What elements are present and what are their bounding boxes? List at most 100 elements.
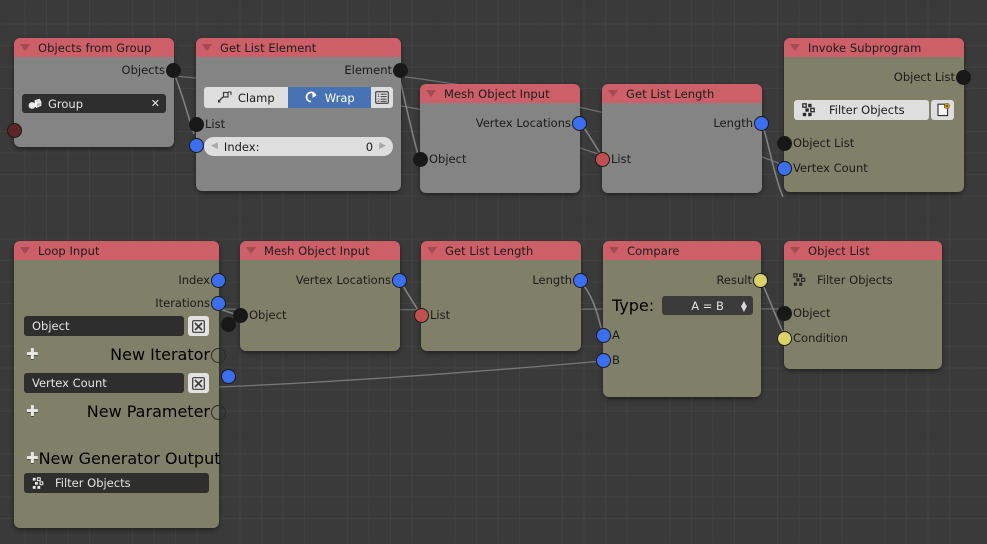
node-get-list-length-top[interactable]: Get List Length Length List	[595, 84, 769, 193]
compare-type-dropdown[interactable]: A = B ▲ ▼	[662, 296, 753, 315]
subprogram-field[interactable]: Filter Objects	[794, 100, 929, 120]
node-header[interactable]: Object List	[784, 241, 942, 260]
output-row-element: Element	[196, 59, 408, 80]
socket-vertex-count-input[interactable]	[777, 161, 792, 176]
socket-new-iterator[interactable]	[211, 348, 226, 363]
socket-list-input[interactable]	[595, 152, 610, 167]
collapse-triangle-icon[interactable]	[790, 247, 800, 254]
index-field[interactable]: ◀ Index: 0 ▶	[204, 137, 393, 156]
node-header[interactable]: Loop Input	[14, 241, 219, 260]
socket-index-input[interactable]	[189, 138, 204, 153]
remove-iterator-button[interactable]	[188, 316, 209, 336]
socket-object-input[interactable]	[777, 306, 792, 321]
socket-object-list-output[interactable]	[956, 70, 971, 85]
parameter-name-field[interactable]: Vertex Count	[24, 373, 184, 393]
subprogram-row[interactable]: Filter Objects	[784, 269, 942, 290]
node-header[interactable]: Compare	[603, 241, 761, 260]
node-objects-from-group[interactable]: Objects from Group Objects Group ✕	[7, 38, 181, 147]
socket-label: Index	[178, 272, 210, 287]
list-ordered-icon: 1 2	[375, 91, 389, 104]
collapse-triangle-icon[interactable]	[790, 44, 800, 51]
socket-label: Object List	[893, 69, 955, 84]
socket-length-output[interactable]	[573, 273, 588, 288]
collapse-triangle-icon[interactable]	[20, 44, 30, 51]
collapse-triangle-icon[interactable]	[609, 247, 619, 254]
socket-list-input[interactable]	[189, 117, 204, 132]
socket-object-input[interactable]	[233, 308, 248, 323]
new-subprogram-button[interactable]	[931, 100, 954, 120]
node-header[interactable]: Mesh Object Input	[240, 241, 400, 260]
index-mode-toggle[interactable]: Clamp Wrap 1 2	[204, 87, 393, 108]
socket-vertex-locations-output[interactable]	[392, 273, 407, 288]
collapse-triangle-icon[interactable]	[427, 247, 437, 254]
socket-result-output[interactable]	[753, 273, 768, 288]
socket-label: Vertex Locations	[475, 115, 571, 130]
socket-group-input[interactable]	[7, 123, 22, 138]
list-options-button[interactable]: 1 2	[371, 87, 393, 108]
collapse-triangle-icon[interactable]	[20, 247, 30, 254]
loop-subprogram-field[interactable]: Filter Objects	[24, 473, 209, 493]
node-header[interactable]: Get List Length	[602, 84, 762, 103]
node-header[interactable]: Invoke Subprogram	[784, 38, 964, 57]
node-header[interactable]: Get List Length	[421, 241, 581, 260]
clamp-toggle[interactable]: Clamp	[204, 87, 288, 108]
socket-objects-output[interactable]	[166, 63, 181, 78]
iterator-name-field[interactable]: Object	[24, 316, 184, 336]
node-header[interactable]: Objects from Group	[14, 38, 174, 57]
socket-index-output[interactable]	[211, 273, 226, 288]
node-mesh-object-input-top[interactable]: Mesh Object Input Vertex Locations Objec…	[413, 84, 587, 193]
index-value: 0	[365, 139, 374, 154]
socket-object-list-input[interactable]	[777, 136, 792, 151]
node-loop-input[interactable]: Loop Input Index Iterations Object ✚ New…	[14, 241, 236, 528]
socket-new-parameter[interactable]	[211, 405, 226, 420]
collapse-triangle-icon[interactable]	[426, 90, 436, 97]
socket-condition-input[interactable]	[777, 331, 792, 346]
group-field[interactable]: Group ✕	[22, 94, 166, 113]
node-get-list-length-bottom[interactable]: Get List Length Length List	[414, 241, 588, 351]
node-mesh-object-input-bottom[interactable]: Mesh Object Input Vertex Locations Objec…	[233, 241, 407, 351]
remove-parameter-button[interactable]	[188, 373, 209, 393]
add-iterator-icon[interactable]: ✚	[26, 347, 39, 362]
socket-label: Objects	[121, 62, 165, 77]
socket-length-output[interactable]	[754, 116, 769, 131]
node-editor-canvas[interactable]: Objects from Group Objects Group ✕ Get L…	[0, 0, 987, 544]
input-row-b: B	[596, 349, 761, 370]
add-parameter-icon[interactable]: ✚	[26, 404, 39, 419]
nodes-dotted-icon	[32, 476, 44, 489]
subprogram-field-value: Filter Objects	[817, 272, 893, 287]
socket-label: Element	[344, 62, 392, 77]
dropdown-spinner-icon[interactable]: ▲ ▼	[741, 299, 747, 312]
socket-object-input[interactable]	[413, 152, 428, 167]
wrap-label: Wrap	[324, 90, 355, 105]
clear-group-icon[interactable]: ✕	[151, 97, 160, 110]
socket-b-input[interactable]	[596, 353, 611, 368]
node-header[interactable]: Mesh Object Input	[420, 84, 580, 103]
node-object-list-output[interactable]: Object List Filter Objects Object Condit…	[777, 241, 942, 369]
socket-a-input[interactable]	[596, 328, 611, 343]
output-row-index: Index	[14, 269, 226, 290]
socket-label: Length	[532, 272, 572, 287]
node-invoke-subprogram[interactable]: Invoke Subprogram Object List Filter Obj…	[777, 38, 971, 192]
collapse-triangle-icon[interactable]	[202, 44, 212, 51]
node-get-list-element[interactable]: Get List Element Element Clamp Wrap 1 2 …	[189, 38, 408, 191]
input-row-vertex-count: Vertex Count	[777, 157, 964, 178]
socket-list-input[interactable]	[414, 308, 429, 323]
socket-iterations-output[interactable]	[211, 296, 226, 311]
socket-vertex-locations-output[interactable]	[572, 116, 587, 131]
new-iterator-row[interactable]: ✚ New Iterator	[14, 344, 226, 365]
decrement-arrow-icon[interactable]: ◀	[211, 142, 218, 151]
new-generator-output-row[interactable]: ✚ New Generator Output	[14, 448, 220, 469]
node-header[interactable]: Get List Element	[196, 38, 401, 57]
add-generator-output-icon[interactable]: ✚	[26, 451, 39, 466]
input-row-list: List	[189, 113, 401, 134]
node-body: Length List	[414, 260, 588, 351]
socket-vertex-count-output[interactable]	[221, 369, 236, 384]
new-parameter-row[interactable]: ✚ New Parameter	[14, 401, 226, 422]
collapse-triangle-icon[interactable]	[246, 247, 256, 254]
increment-arrow-icon[interactable]: ▶	[379, 142, 386, 151]
collapse-triangle-icon[interactable]	[608, 90, 618, 97]
wrap-toggle[interactable]: Wrap	[287, 87, 371, 108]
node-compare[interactable]: Compare Result Type: A = B ▲ ▼ A B	[596, 241, 768, 397]
socket-element-output[interactable]	[393, 63, 408, 78]
input-row-a: A	[596, 324, 761, 345]
